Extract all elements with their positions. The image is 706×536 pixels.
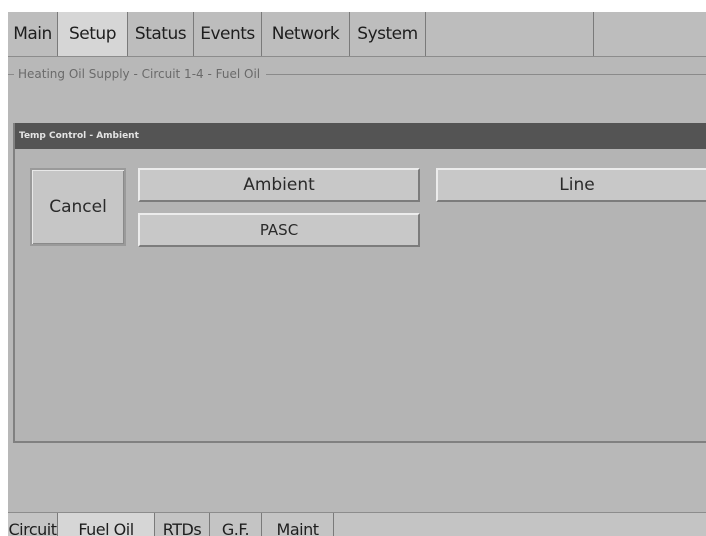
ambient-button[interactable]: Ambient: [138, 168, 420, 202]
tab-network[interactable]: Network: [262, 12, 350, 56]
tab-rtds[interactable]: RTDs: [155, 513, 210, 536]
tab-empty-1: [426, 12, 594, 56]
group-caption: Heating Oil Supply - Circuit 1-4 - Fuel …: [14, 65, 267, 83]
line-button[interactable]: Line: [436, 168, 706, 202]
tab-circuit[interactable]: Circuit: [8, 513, 58, 536]
pasc-button[interactable]: PASC: [138, 213, 420, 247]
temp-control-dialog: Temp Control - Ambient Cancel Ambient Li…: [13, 123, 706, 443]
cancel-button[interactable]: Cancel: [30, 168, 126, 246]
tab-maint[interactable]: Maint: [262, 513, 334, 536]
hmi-screen: Main Setup Status Events Network System …: [8, 12, 706, 536]
tab-gf[interactable]: G.F.: [210, 513, 262, 536]
tab-status[interactable]: Status: [128, 12, 194, 56]
dialog-title: Temp Control - Ambient: [15, 123, 706, 149]
bottom-tab-bar: Circuit Fuel Oil RTDs G.F. Maint: [8, 512, 706, 536]
tab-events[interactable]: Events: [194, 12, 262, 56]
tab-empty-2: [594, 12, 706, 56]
tab-main[interactable]: Main: [8, 12, 58, 56]
top-tab-bar: Main Setup Status Events Network System: [8, 12, 706, 57]
tab-fuel-oil[interactable]: Fuel Oil: [58, 513, 155, 536]
tab-setup[interactable]: Setup: [58, 12, 128, 56]
tab-system[interactable]: System: [350, 12, 426, 56]
